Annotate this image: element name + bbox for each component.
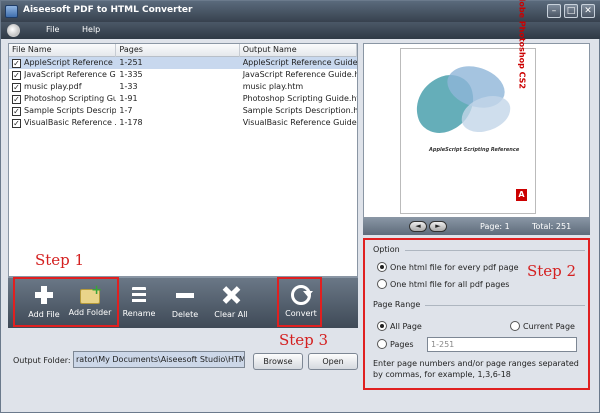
file-checkbox[interactable]: ✓ (12, 58, 21, 68)
pdf-preview: Adobe Photoshop CS2 AppleScript Scriptin… (363, 0, 590, 218)
clear-all-label: Clear All (214, 310, 248, 319)
output-name-cell: JavaScript Reference Guide.h... (242, 70, 358, 79)
menu-file[interactable]: File (46, 25, 59, 34)
column-header-file-name[interactable]: File Name (9, 44, 117, 57)
minus-icon (174, 284, 196, 306)
file-checkbox[interactable]: ✓ (12, 82, 21, 92)
rename-button[interactable]: Rename (115, 284, 163, 324)
file-name: JavaScript Reference G... (24, 70, 117, 79)
file-row[interactable]: ✓ AppleScript Reference ... 1-251 AppleScri… (9, 57, 357, 69)
file-name: Photoshop Scripting Gui... (24, 94, 117, 103)
output-folder-label: Output Folder: (13, 356, 71, 365)
app-logo-icon[interactable] (7, 24, 20, 37)
file-row[interactable]: ✓ VisualBasic Reference ... 1-178 VisualBas… (9, 117, 357, 129)
close-button[interactable]: ✕ (581, 4, 595, 18)
column-header-output-name[interactable]: Output Name (240, 44, 358, 57)
pages-cell: 1-178 (119, 118, 143, 127)
pages-cell: 1-91 (119, 94, 138, 103)
file-checkbox[interactable]: ✓ (12, 94, 21, 104)
output-name-cell: Photoshop Scripting Guide.htm (242, 94, 358, 103)
step2-highlight-box (363, 238, 590, 390)
maximize-button[interactable]: □ (564, 4, 578, 18)
output-name-cell: AppleScript Reference Guide.... (242, 58, 358, 67)
output-name-cell: Sample Scripts Description.htm (242, 106, 358, 115)
delete-button[interactable]: Delete (161, 284, 209, 324)
delete-label: Delete (171, 310, 199, 319)
file-checkbox[interactable]: ✓ (12, 70, 21, 80)
step2-label: Step 2 (527, 262, 577, 280)
file-name-cell: ✓ music play.pdf (9, 81, 116, 93)
total-pages: Total: 251 (532, 222, 572, 231)
file-row[interactable]: ✓ music play.pdf 1-33 music play.htm (9, 81, 357, 93)
open-button[interactable]: Open (308, 353, 358, 370)
menu-bar: File Help (1, 22, 600, 39)
step1-label: Step 1 (35, 251, 85, 269)
minimize-button[interactable]: – (547, 4, 561, 18)
clear-all-button[interactable]: Clear All (207, 284, 255, 324)
preview-page-image: Adobe Photoshop CS2 AppleScript Scriptin… (400, 0, 536, 214)
window-title: Aiseesoft PDF to HTML Converter (23, 5, 193, 15)
preview-nav-bar: ◄ ► Page: 1 Total: 251 (363, 218, 590, 235)
pages-cell: 1-7 (119, 106, 133, 115)
file-name-cell: ✓Sample Scripts Descripti... (9, 105, 116, 117)
output-name-cell: VisualBasic Reference Guide.htm (242, 118, 357, 127)
file-name: VisualBasic Reference ... (24, 118, 117, 127)
file-name: Sample Scripts Descripti... (24, 106, 117, 115)
file-name: music play.pdf (24, 82, 82, 91)
menu-help[interactable]: Help (82, 25, 100, 34)
clear-all-x-icon (220, 284, 242, 306)
app-window: Aiseesoft PDF to HTML Converter – □ ✕ Fi… (0, 0, 600, 413)
file-name: AppleScript Reference ... (24, 58, 117, 67)
file-name-cell: ✓ JavaScript Reference G... (9, 69, 116, 81)
preview-book-subtitle: AppleScript Scripting Reference (429, 147, 520, 153)
pages-cell: 1-33 (119, 82, 138, 91)
pages-cell: 1-251 (119, 58, 143, 67)
page-indicator: Page: 1 (480, 222, 510, 231)
file-list[interactable]: File Name Pages Output Name ✓ AppleScript… (8, 43, 358, 277)
app-icon (5, 5, 18, 18)
browse-button[interactable]: Browse (253, 353, 303, 370)
file-name-cell: ✓ AppleScript Reference ... (9, 57, 116, 69)
step3-label: Step 3 (279, 331, 329, 349)
file-list-header: File Name Pages Output Name (9, 44, 358, 57)
next-page-button[interactable]: ► (429, 221, 447, 232)
pages-cell: 1-335 (119, 70, 143, 79)
prev-page-button[interactable]: ◄ (409, 221, 427, 232)
file-checkbox[interactable]: ✓ (12, 118, 21, 128)
preview-book-title: Adobe Photoshop CS2 (518, 0, 527, 89)
file-row[interactable]: ✓Photoshop Scripting Gui...1-91Photoshop… (9, 93, 357, 105)
file-row[interactable]: ✓Sample Scripts Descripti...1-7Sample Sc… (9, 105, 357, 117)
step1-highlight-box (13, 277, 119, 327)
file-checkbox[interactable]: ✓ (12, 106, 21, 116)
title-bar[interactable]: Aiseesoft PDF to HTML Converter – □ ✕ (1, 1, 600, 22)
file-name-cell: ✓ VisualBasic Reference ... (9, 117, 116, 129)
output-folder-field[interactable]: rator\My Documents\Aiseesoft Studio\HTML (73, 351, 245, 368)
file-row[interactable]: ✓ JavaScript Reference G... 1-335 JavaScrip… (9, 69, 357, 81)
adobe-logo-icon: A (516, 189, 527, 201)
output-name-cell: music play.htm (242, 82, 304, 91)
step3-highlight-box (277, 277, 322, 327)
file-name-cell: ✓Photoshop Scripting Gui... (9, 93, 116, 105)
column-header-pages[interactable]: Pages (116, 44, 240, 57)
rename-label: Rename (122, 309, 156, 318)
rename-icon (132, 287, 146, 305)
